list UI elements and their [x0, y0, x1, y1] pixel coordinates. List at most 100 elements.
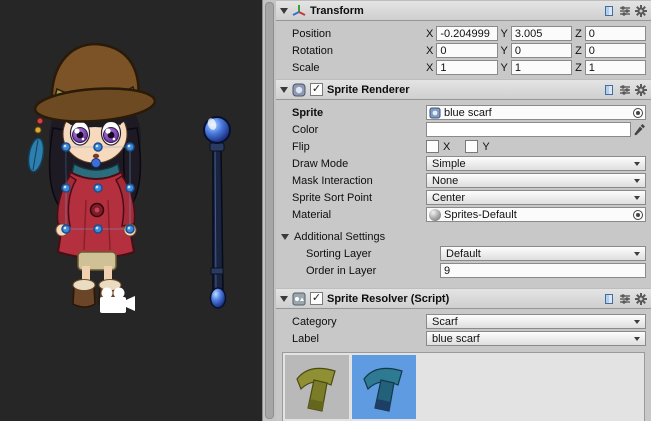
scarf-blue-image — [356, 359, 412, 415]
mask-interaction-label: Mask Interaction — [292, 175, 426, 187]
axis-y-label[interactable]: Y — [501, 45, 508, 57]
axis-y-label[interactable]: Y — [501, 28, 508, 40]
help-icon[interactable] — [603, 293, 615, 305]
checkmark-icon: ✓ — [312, 293, 321, 304]
order-in-layer-field[interactable] — [440, 263, 646, 278]
feather — [26, 118, 46, 173]
eyedropper-icon[interactable] — [634, 123, 646, 137]
camera-gizmo-icon[interactable] — [100, 288, 135, 314]
sprite-renderer-header[interactable]: ✓ Sprite Renderer — [276, 79, 651, 100]
object-picker-icon[interactable] — [633, 108, 643, 118]
sprite-resolver-header[interactable]: ✓ Sprite Resolver (Script) — [276, 288, 651, 309]
category-value: Scarf — [432, 316, 631, 328]
flip-y-label: Y — [482, 141, 489, 153]
preset-icon[interactable] — [619, 293, 631, 305]
enabled-checkbox[interactable]: ✓ — [310, 83, 323, 96]
axis-z-label[interactable]: Z — [575, 62, 582, 74]
axis-x-label[interactable]: X — [426, 45, 433, 57]
object-picker-icon[interactable] — [633, 210, 643, 220]
scale-z-field[interactable] — [585, 60, 646, 75]
material-label: Material — [292, 209, 426, 221]
scene-view[interactable] — [0, 0, 262, 421]
sprite-thumb-icon — [429, 107, 441, 119]
axis-x-label[interactable]: X — [426, 62, 433, 74]
axis-z-label[interactable]: Z — [575, 45, 582, 57]
rotation-x-field[interactable] — [436, 43, 497, 58]
foldout-icon[interactable] — [281, 234, 289, 240]
additional-settings-foldout[interactable]: Additional Settings — [276, 228, 651, 245]
rotation-row: Rotation X Y Z — [276, 42, 651, 59]
enabled-checkbox[interactable]: ✓ — [310, 292, 323, 305]
sprite-label: Sprite — [292, 107, 426, 119]
help-icon[interactable] — [603, 5, 615, 17]
foldout-icon[interactable] — [280, 87, 288, 93]
sorting-layer-label: Sorting Layer — [292, 248, 440, 260]
scale-label: Scale — [292, 62, 426, 74]
order-in-layer-row: Order in Layer — [276, 262, 651, 279]
scale-x-field[interactable] — [436, 60, 497, 75]
scale-y-field[interactable] — [511, 60, 572, 75]
dropdown-arrow-icon — [634, 162, 640, 166]
sprite-sort-point-value: Center — [432, 192, 631, 204]
mouth — [93, 154, 99, 158]
axis-y-label[interactable]: Y — [501, 62, 508, 74]
sprite-renderer-body: Sprite blue scarf Color Flip — [276, 100, 651, 282]
flip-row: Flip X Y — [276, 138, 651, 155]
sprite-object-field[interactable]: blue scarf — [426, 105, 646, 120]
mask-interaction-value: None — [432, 175, 631, 187]
sprite-resolver-icon — [292, 292, 306, 306]
thumbnail-blue-scarf[interactable] — [352, 355, 416, 419]
sorting-layer-value: Default — [446, 248, 631, 260]
draw-mode-row: Draw Mode Simple — [276, 155, 651, 172]
sorting-layer-dropdown[interactable]: Default — [440, 246, 646, 261]
transform-body: Position X Y Z Rotation X Y Z Scale — [276, 21, 651, 79]
inspector-scrollbar[interactable] — [262, 0, 276, 421]
flip-y-checkbox[interactable] — [465, 140, 478, 153]
position-x-field[interactable] — [436, 26, 497, 41]
help-icon[interactable] — [603, 84, 615, 96]
thumbnail-scarf[interactable] — [285, 355, 349, 419]
transform-icon — [292, 4, 306, 18]
color-swatch[interactable] — [426, 122, 631, 137]
position-y-field[interactable] — [511, 26, 572, 41]
inspector-panel: Transform Position X Y Z Rotation X Y — [276, 0, 651, 421]
character-sprite[interactable] — [26, 44, 156, 307]
position-row: Position X Y Z — [276, 25, 651, 42]
material-sphere-icon — [429, 209, 441, 221]
category-dropdown[interactable]: Scarf — [426, 314, 646, 329]
flip-x-label: X — [443, 141, 450, 153]
preset-icon[interactable] — [619, 84, 631, 96]
gear-icon[interactable] — [635, 5, 647, 17]
material-object-name: Sprites-Default — [444, 209, 630, 221]
material-object-field[interactable]: Sprites-Default — [426, 207, 646, 222]
axis-z-label[interactable]: Z — [575, 28, 582, 40]
draw-mode-dropdown[interactable]: Simple — [426, 156, 646, 171]
sprite-renderer-icon — [292, 83, 306, 97]
scrollbar-thumb[interactable] — [265, 2, 274, 419]
sprite-variant-strip — [282, 352, 645, 421]
axis-x-label[interactable]: X — [426, 28, 433, 40]
position-label: Position — [292, 28, 426, 40]
sprite-sort-point-dropdown[interactable]: Center — [426, 190, 646, 205]
sprite-resolver-body: Category Scarf Label blue scarf — [276, 309, 651, 421]
mask-interaction-dropdown[interactable]: None — [426, 173, 646, 188]
flip-x-checkbox[interactable] — [426, 140, 439, 153]
scale-row: Scale X Y Z — [276, 59, 651, 76]
dropdown-arrow-icon — [634, 196, 640, 200]
color-row: Color — [276, 121, 651, 138]
hat — [34, 44, 156, 125]
transform-header[interactable]: Transform — [276, 0, 651, 21]
rotation-z-field[interactable] — [585, 43, 646, 58]
position-z-field[interactable] — [585, 26, 646, 41]
gear-icon[interactable] — [635, 293, 647, 305]
gear-icon[interactable] — [635, 84, 647, 96]
rotation-y-field[interactable] — [511, 43, 572, 58]
sprite-renderer-title: Sprite Renderer — [327, 84, 410, 96]
label-dropdown[interactable]: blue scarf — [426, 331, 646, 346]
sprite-resolver-title: Sprite Resolver (Script) — [327, 293, 449, 305]
sprite-object-name: blue scarf — [444, 107, 630, 119]
staff-sprite[interactable] — [204, 117, 230, 308]
foldout-icon[interactable] — [280, 8, 288, 14]
foldout-icon[interactable] — [280, 296, 288, 302]
preset-icon[interactable] — [619, 5, 631, 17]
